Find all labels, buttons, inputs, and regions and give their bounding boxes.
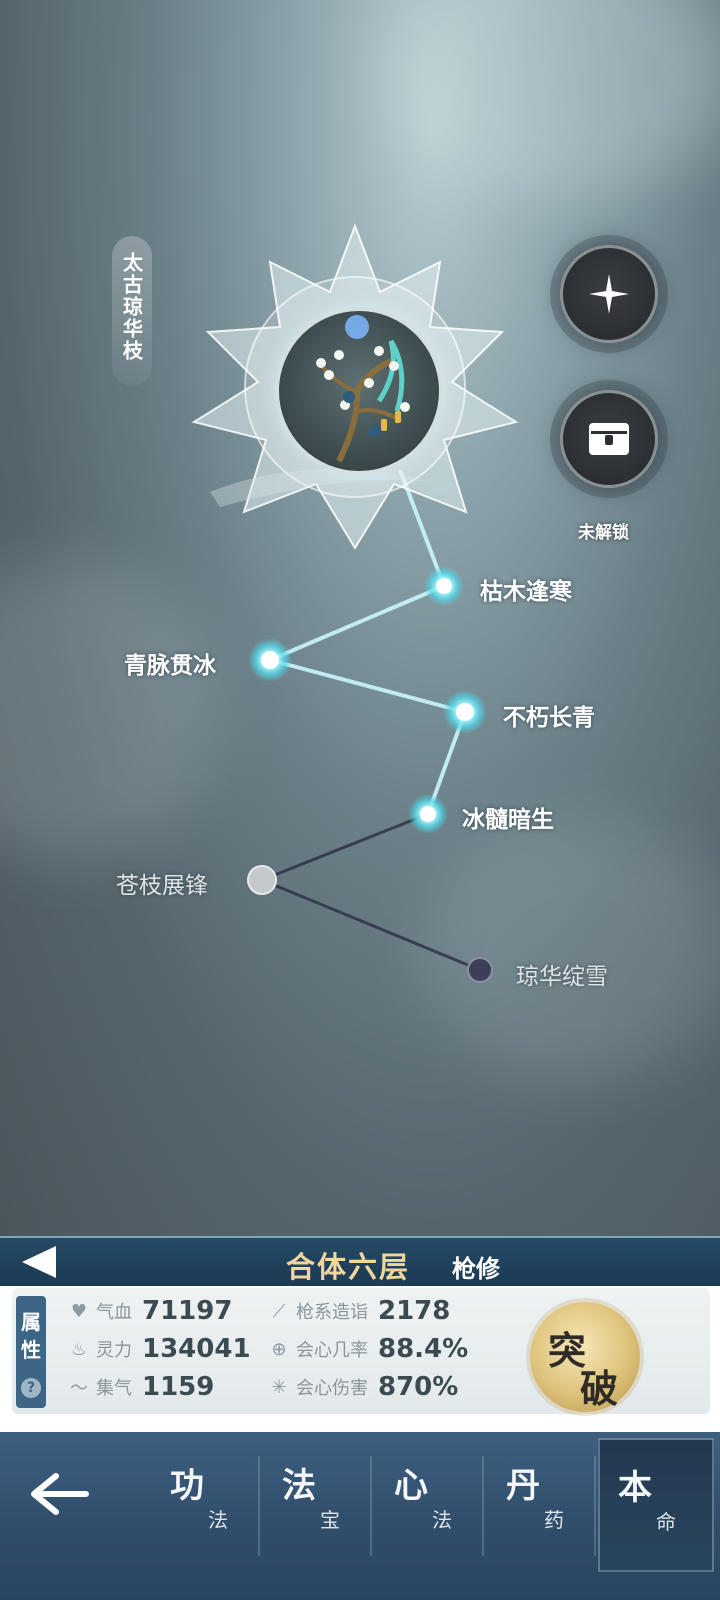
- stat-label: 会心几率: [296, 1340, 368, 1361]
- stat-value: 870%: [378, 1372, 459, 1402]
- stat-crit-damage: ✳ 会心伤害 870%: [266, 1370, 458, 1404]
- attributes-tab-label: 性: [21, 1338, 41, 1362]
- attributes-tab[interactable]: 属 性 ?: [16, 1296, 46, 1408]
- stat-label: 枪系造诣: [296, 1302, 368, 1323]
- locked-slot-button[interactable]: [560, 390, 658, 488]
- plus-icon: [589, 274, 629, 314]
- tab-benming[interactable]: 本 命: [598, 1438, 714, 1572]
- stat-spirit: ♨ 灵力 134041: [66, 1332, 251, 1366]
- skill-tree-title: 太古琼华枝: [112, 236, 152, 386]
- tab-gongfa[interactable]: 功 法: [152, 1438, 264, 1568]
- jade-branch-icon: [316, 315, 410, 463]
- unlock-status-label: 未解锁: [578, 523, 629, 543]
- realm-class: 枪修: [452, 1255, 500, 1283]
- skill-node-label[interactable]: 枯木逢寒: [480, 572, 572, 606]
- tab-fabao[interactable]: 法 宝: [264, 1438, 376, 1568]
- skill-node-label[interactable]: 琼华绽雪: [516, 957, 608, 991]
- tab-sublabel: 命: [656, 1510, 676, 1534]
- tab-xinfa[interactable]: 心 法: [376, 1438, 488, 1568]
- stat-label: 会心伤害: [296, 1378, 368, 1399]
- skill-tree-scene: 太古琼华枝 未解锁 枯木逢寒 青脉贯冰 不朽长青 冰髓暗生 苍枝展锋 琼华绽雪: [0, 0, 720, 1236]
- stat-value: 71197: [142, 1296, 233, 1326]
- breakthrough-label: 破: [580, 1367, 619, 1411]
- skill-tree-title-text: 太古琼华枝: [119, 252, 144, 362]
- flame-icon: ♨: [70, 1338, 88, 1360]
- skill-node-label[interactable]: 苍枝展锋: [116, 866, 208, 900]
- crit-damage-icon: ✳: [271, 1376, 287, 1398]
- tab-label: 丹: [506, 1466, 540, 1506]
- lock-chest-icon: [589, 423, 629, 455]
- tab-label: 本: [618, 1468, 652, 1508]
- skill-node-label[interactable]: 青脉贯冰: [124, 646, 216, 680]
- stat-hp: ♥ 气血 71197: [66, 1294, 233, 1328]
- realm-header: 合体六层 枪修: [0, 1236, 720, 1286]
- stat-label: 集气: [96, 1378, 132, 1399]
- stat-label: 气血: [96, 1302, 132, 1323]
- breakthrough-button[interactable]: 突 破: [530, 1302, 640, 1412]
- tab-sublabel: 法: [432, 1508, 452, 1532]
- artifact-emblem[interactable]: [275, 307, 443, 475]
- stat-value: 2178: [378, 1296, 451, 1326]
- stat-value: 134041: [142, 1334, 251, 1364]
- skill-node-label[interactable]: 冰髓暗生: [462, 800, 554, 834]
- help-icon[interactable]: ?: [21, 1378, 41, 1398]
- add-slot-button[interactable]: [560, 245, 658, 343]
- tab-sublabel: 法: [208, 1508, 228, 1532]
- tab-label: 法: [282, 1466, 316, 1506]
- realm-name: 合体六层: [286, 1250, 411, 1284]
- attributes-tab-label: 属: [21, 1310, 41, 1334]
- heart-icon: ♥: [70, 1300, 88, 1322]
- stat-value: 88.4%: [378, 1334, 469, 1364]
- tab-danyao[interactable]: 丹 药: [488, 1438, 600, 1568]
- tab-label: 功: [170, 1466, 204, 1506]
- crit-rate-icon: ⊕: [271, 1338, 287, 1360]
- stat-spear-mastery: ⟋ 枪系造诣 2178: [266, 1294, 451, 1328]
- tab-label: 心: [394, 1466, 428, 1506]
- stat-value: 1159: [142, 1372, 215, 1402]
- wind-icon: 〜: [70, 1378, 88, 1399]
- skill-path-lines: [261, 469, 481, 972]
- tab-sublabel: 药: [544, 1508, 564, 1532]
- tab-sublabel: 宝: [320, 1508, 340, 1532]
- bottom-nav: 功 法 法 宝 心 法 丹 药 本 命: [0, 1432, 720, 1600]
- back-arrow-icon[interactable]: [28, 1468, 92, 1520]
- collapse-arrow-icon[interactable]: [22, 1246, 56, 1278]
- stat-crit-rate: ⊕ 会心几率 88.4%: [266, 1332, 468, 1366]
- stat-label: 灵力: [96, 1340, 132, 1361]
- skill-node-label[interactable]: 不朽长青: [503, 698, 595, 732]
- stat-charge: 〜 集气 1159: [66, 1370, 214, 1404]
- spear-icon: ⟋: [272, 1300, 286, 1322]
